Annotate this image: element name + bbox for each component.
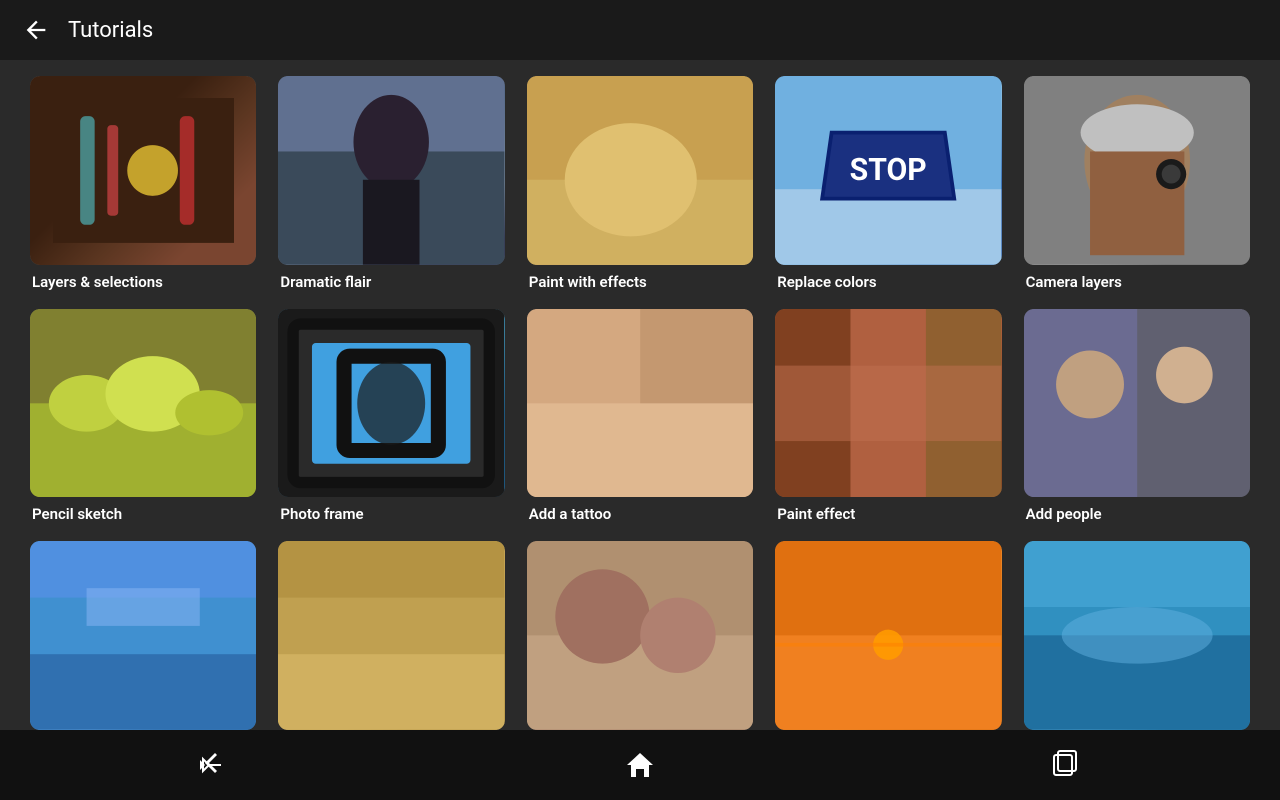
tutorials-main: Layers & selections Dramatic flair Paint…	[0, 60, 1280, 730]
tutorial-label-add-a-tattoo: Add a tattoo	[527, 505, 753, 523]
tutorial-thumb-row3-5	[1024, 541, 1250, 730]
tutorial-item-photo-frame[interactable]: Photo frame	[278, 309, 504, 524]
tutorial-thumb-layers-selections	[30, 76, 256, 265]
navigation-bar	[0, 730, 1280, 800]
tutorial-item-row3-3[interactable]	[527, 541, 753, 730]
tutorial-label-layers-selections: Layers & selections	[30, 273, 256, 291]
tutorial-thumb-replace-colors: STOP	[775, 76, 1001, 265]
header: Tutorials	[0, 0, 1280, 60]
tutorial-label-replace-colors: Replace colors	[775, 273, 1001, 291]
tutorial-item-paint-effect[interactable]: Paint effect	[775, 309, 1001, 524]
tutorial-label-add-people: Add people	[1024, 505, 1250, 523]
tutorial-label-paint-effect: Paint effect	[775, 505, 1001, 523]
tutorial-item-add-people[interactable]: Add people	[1024, 309, 1250, 524]
tutorial-item-dramatic-flair[interactable]: Dramatic flair	[278, 76, 504, 291]
tutorial-item-row3-5[interactable]	[1024, 541, 1250, 730]
tutorial-label-paint-with-effects: Paint with effects	[527, 273, 753, 291]
tutorial-item-pencil-sketch[interactable]: Pencil sketch	[30, 309, 256, 524]
svg-text:STOP: STOP	[850, 153, 927, 188]
tutorial-label-dramatic-flair: Dramatic flair	[278, 273, 504, 291]
tutorial-item-camera-layers[interactable]: Camera layers	[1024, 76, 1250, 291]
tutorial-item-row3-2[interactable]	[278, 541, 504, 730]
page-title: Tutorials	[68, 18, 153, 43]
tutorial-thumb-add-a-tattoo	[527, 309, 753, 498]
tutorial-label-pencil-sketch: Pencil sketch	[30, 505, 256, 523]
tutorial-item-layers-selections[interactable]: Layers & selections	[30, 76, 256, 291]
tutorial-item-row3-1[interactable]	[30, 541, 256, 730]
tutorial-grid: Layers & selections Dramatic flair Paint…	[30, 76, 1250, 730]
nav-home-button[interactable]	[582, 737, 698, 793]
tutorial-label-photo-frame: Photo frame	[278, 505, 504, 523]
tutorial-thumb-dramatic-flair	[278, 76, 504, 265]
tutorial-thumb-row3-3	[527, 541, 753, 730]
tutorial-item-row3-4[interactable]	[775, 541, 1001, 730]
tutorial-thumb-camera-layers	[1024, 76, 1250, 265]
tutorial-item-add-a-tattoo[interactable]: Add a tattoo	[527, 309, 753, 524]
tutorial-thumb-paint-effect	[775, 309, 1001, 498]
tutorial-item-paint-with-effects[interactable]: Paint with effects	[527, 76, 753, 291]
tutorial-thumb-pencil-sketch	[30, 309, 256, 498]
tutorial-thumb-paint-with-effects	[527, 76, 753, 265]
tutorial-thumb-row3-2	[278, 541, 504, 730]
tutorial-thumb-row3-4	[775, 541, 1001, 730]
nav-recents-button[interactable]	[1009, 737, 1125, 793]
tutorial-label-camera-layers: Camera layers	[1024, 273, 1250, 291]
tutorial-thumb-row3-1	[30, 541, 256, 730]
nav-back-button[interactable]	[155, 737, 271, 793]
tutorial-item-replace-colors[interactable]: STOP Replace colors	[775, 76, 1001, 291]
tutorial-thumb-add-people	[1024, 309, 1250, 498]
back-button[interactable]	[20, 14, 52, 46]
tutorial-thumb-photo-frame	[278, 309, 504, 498]
